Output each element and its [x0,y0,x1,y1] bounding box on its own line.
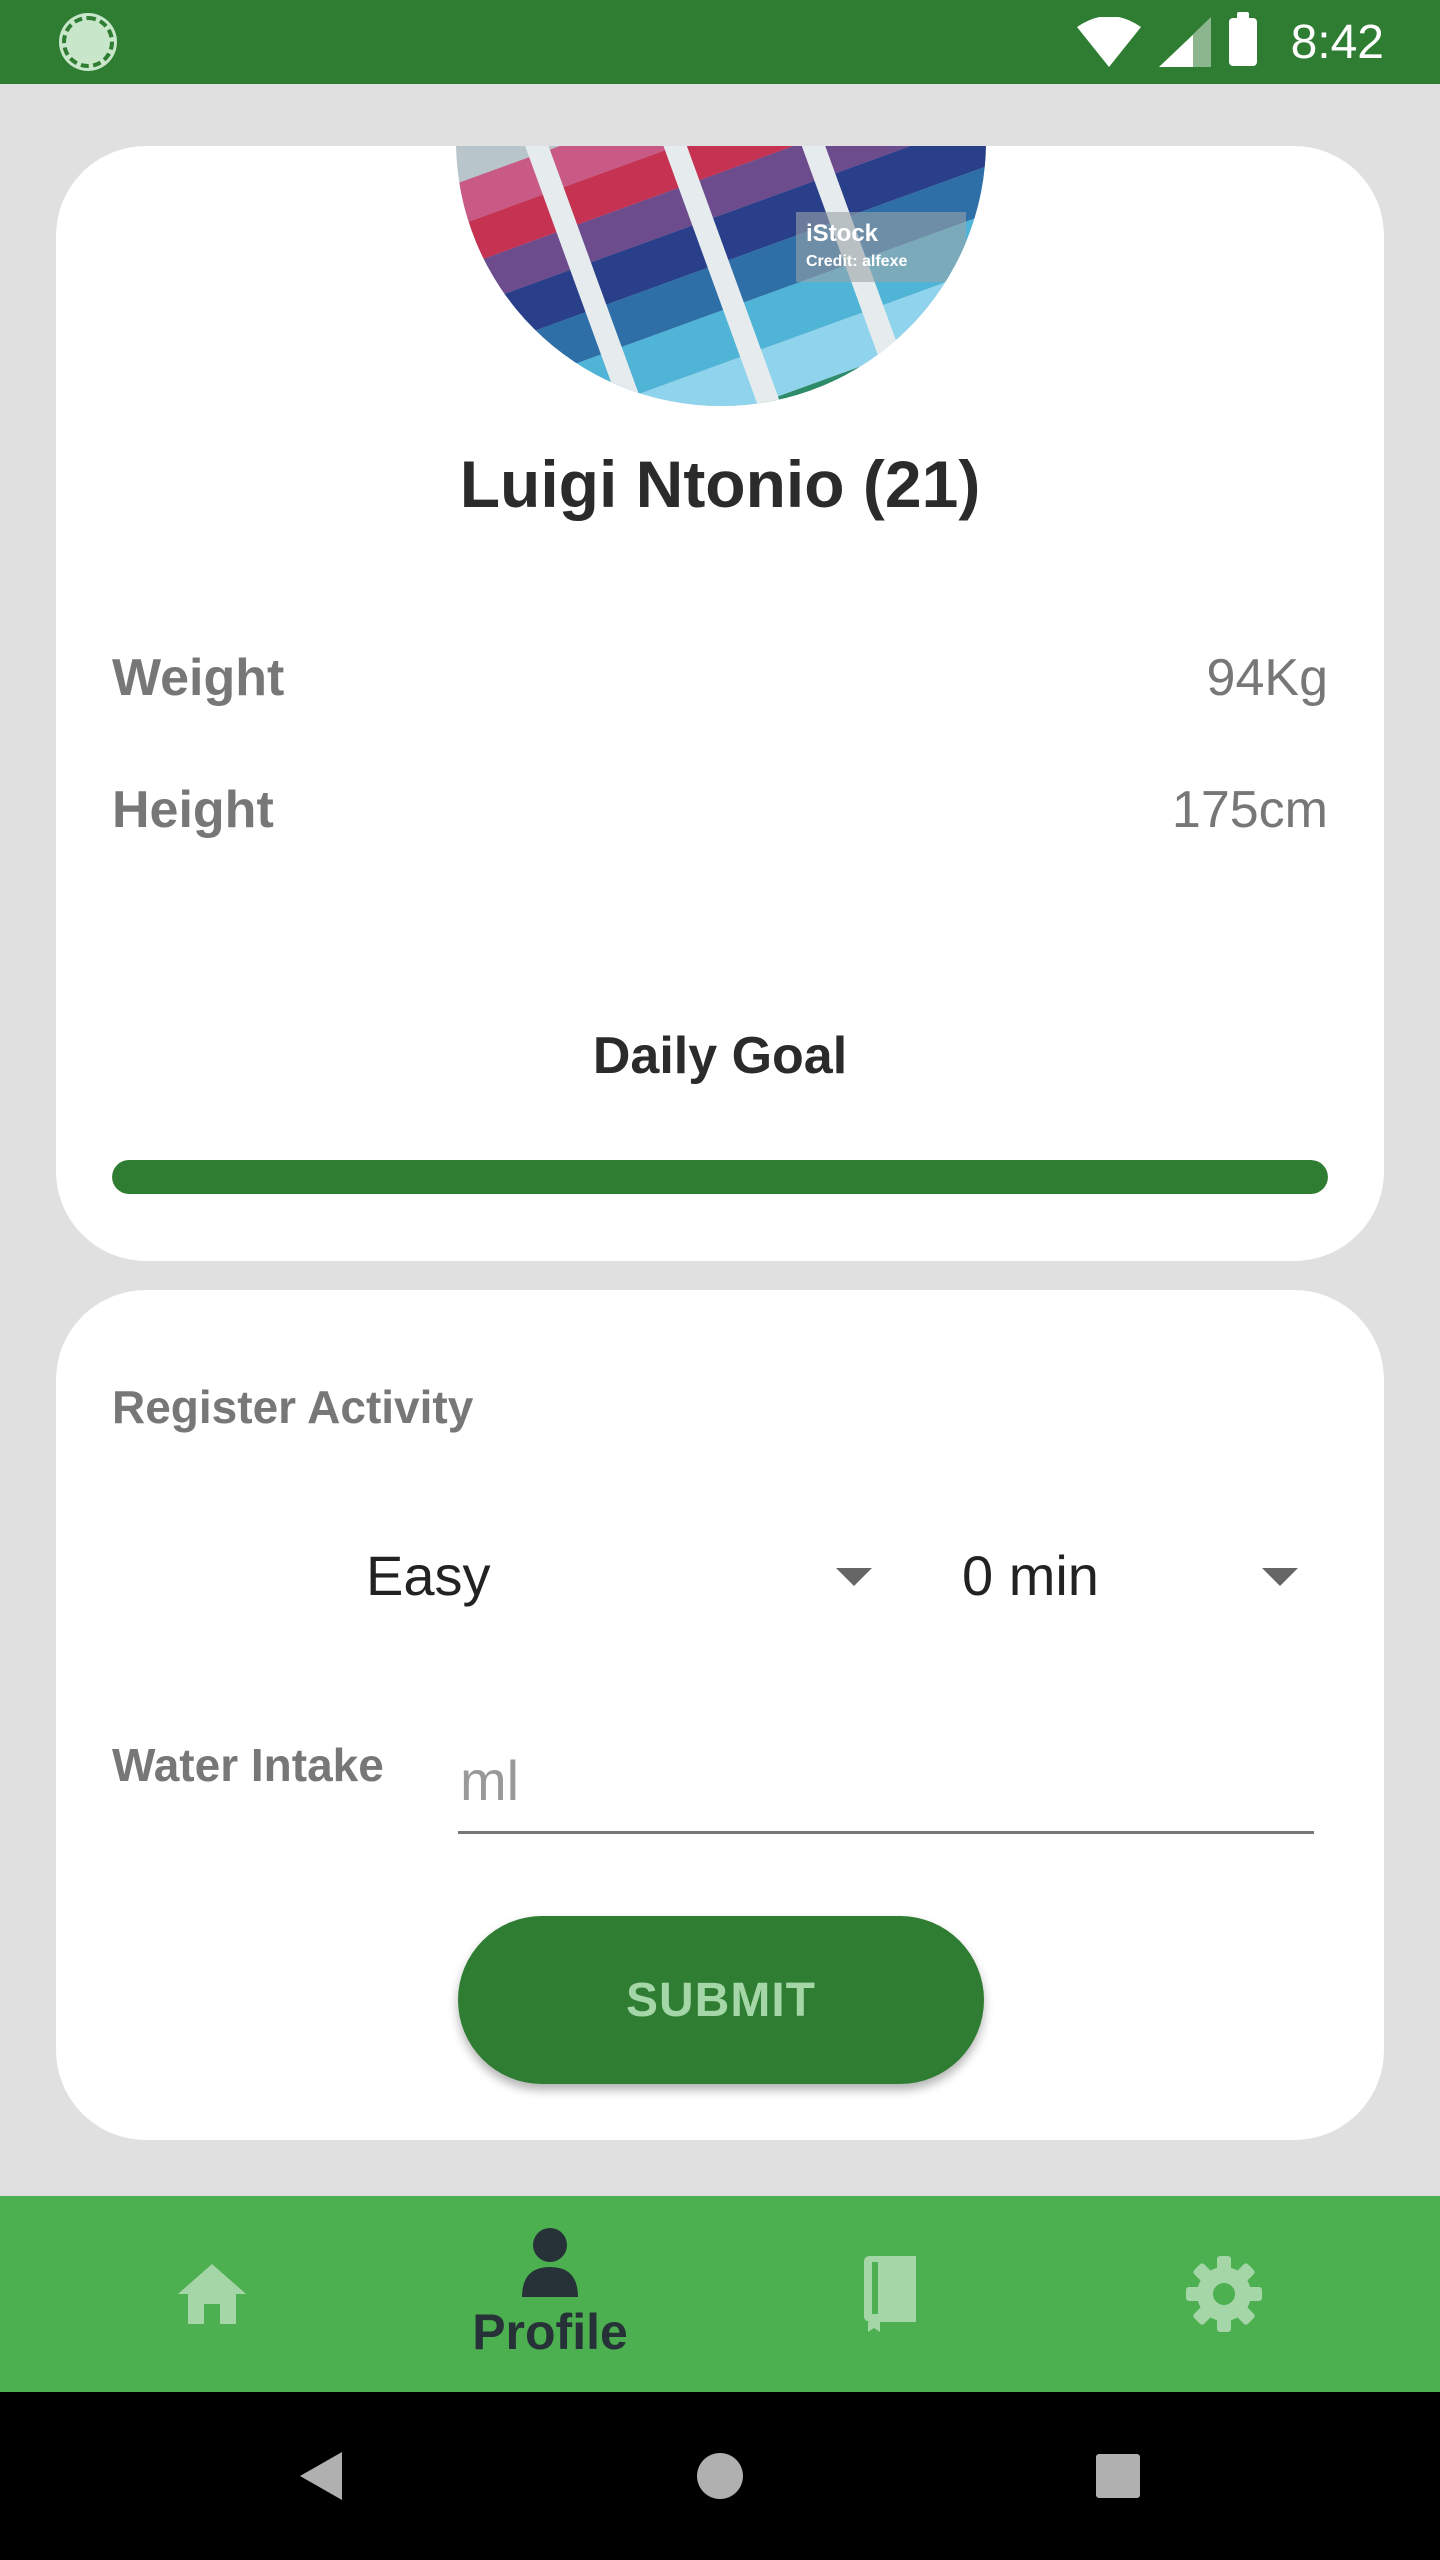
chevron-down-icon [1262,1568,1298,1586]
person-icon [522,2228,578,2297]
nav-item-home[interactable] [112,2196,312,2392]
nav-item-diary[interactable] [788,2196,988,2392]
book-icon [864,2256,916,2332]
avatar: iStock Credit: alfexe [456,146,986,406]
status-bar: 8:42 [0,0,1440,84]
submit-button[interactable]: SUBMIT [458,1916,984,2084]
register-activity-title: Register Activity [112,1381,474,1433]
chevron-down-icon [836,1568,872,1586]
difficulty-dropdown[interactable]: Easy [366,1520,906,1630]
battery-icon [1228,12,1257,66]
height-value: 175cm [1171,781,1328,839]
profile-card: iStock Credit: alfexe Luigi Ntonio (21) … [56,146,1384,1261]
duration-selected: 0 min [962,1543,1099,1607]
wifi-icon [1076,17,1141,67]
home-circle-icon[interactable] [696,2452,744,2500]
status-time: 8:42 [1290,15,1384,69]
nav-item-profile[interactable]: Profile [450,2196,650,2392]
photo-watermark: iStock [806,220,879,247]
bottom-nav: Profile [0,2196,1440,2392]
user-name: Luigi Ntonio (21) [459,447,981,521]
cell-signal-icon [1158,17,1211,67]
activity-card: Register Activity Easy 0 min Water Intak… [56,1290,1384,2140]
daily-goal-progress-bar [112,1160,1328,1194]
recents-icon[interactable] [1096,2454,1140,2498]
status-icons: 8:42 [1076,12,1384,70]
height-row: Height 175cm [112,780,1328,840]
height-label: Height [112,781,274,839]
weight-value: 94Kg [1206,649,1328,707]
difficulty-selected: Easy [366,1543,491,1607]
home-icon [178,2264,246,2324]
water-intake-label: Water Intake [112,1739,384,1791]
nav-label-profile: Profile [472,2304,628,2360]
water-intake-input[interactable] [458,1730,1314,1834]
daily-goal-progress-fill [112,1160,1328,1194]
weight-row: Weight 94Kg [112,648,1328,708]
daily-goal-title: Daily Goal [592,1027,848,1085]
back-icon[interactable] [300,2452,342,2500]
gear-icon [1186,2256,1262,2332]
photo-credit: Credit: alfexe [806,253,907,270]
duration-dropdown[interactable]: 0 min [962,1520,1342,1630]
sync-icon [62,16,114,68]
weight-label: Weight [112,649,285,707]
system-nav-bar [0,2392,1440,2560]
nav-item-settings[interactable] [1124,2196,1324,2392]
